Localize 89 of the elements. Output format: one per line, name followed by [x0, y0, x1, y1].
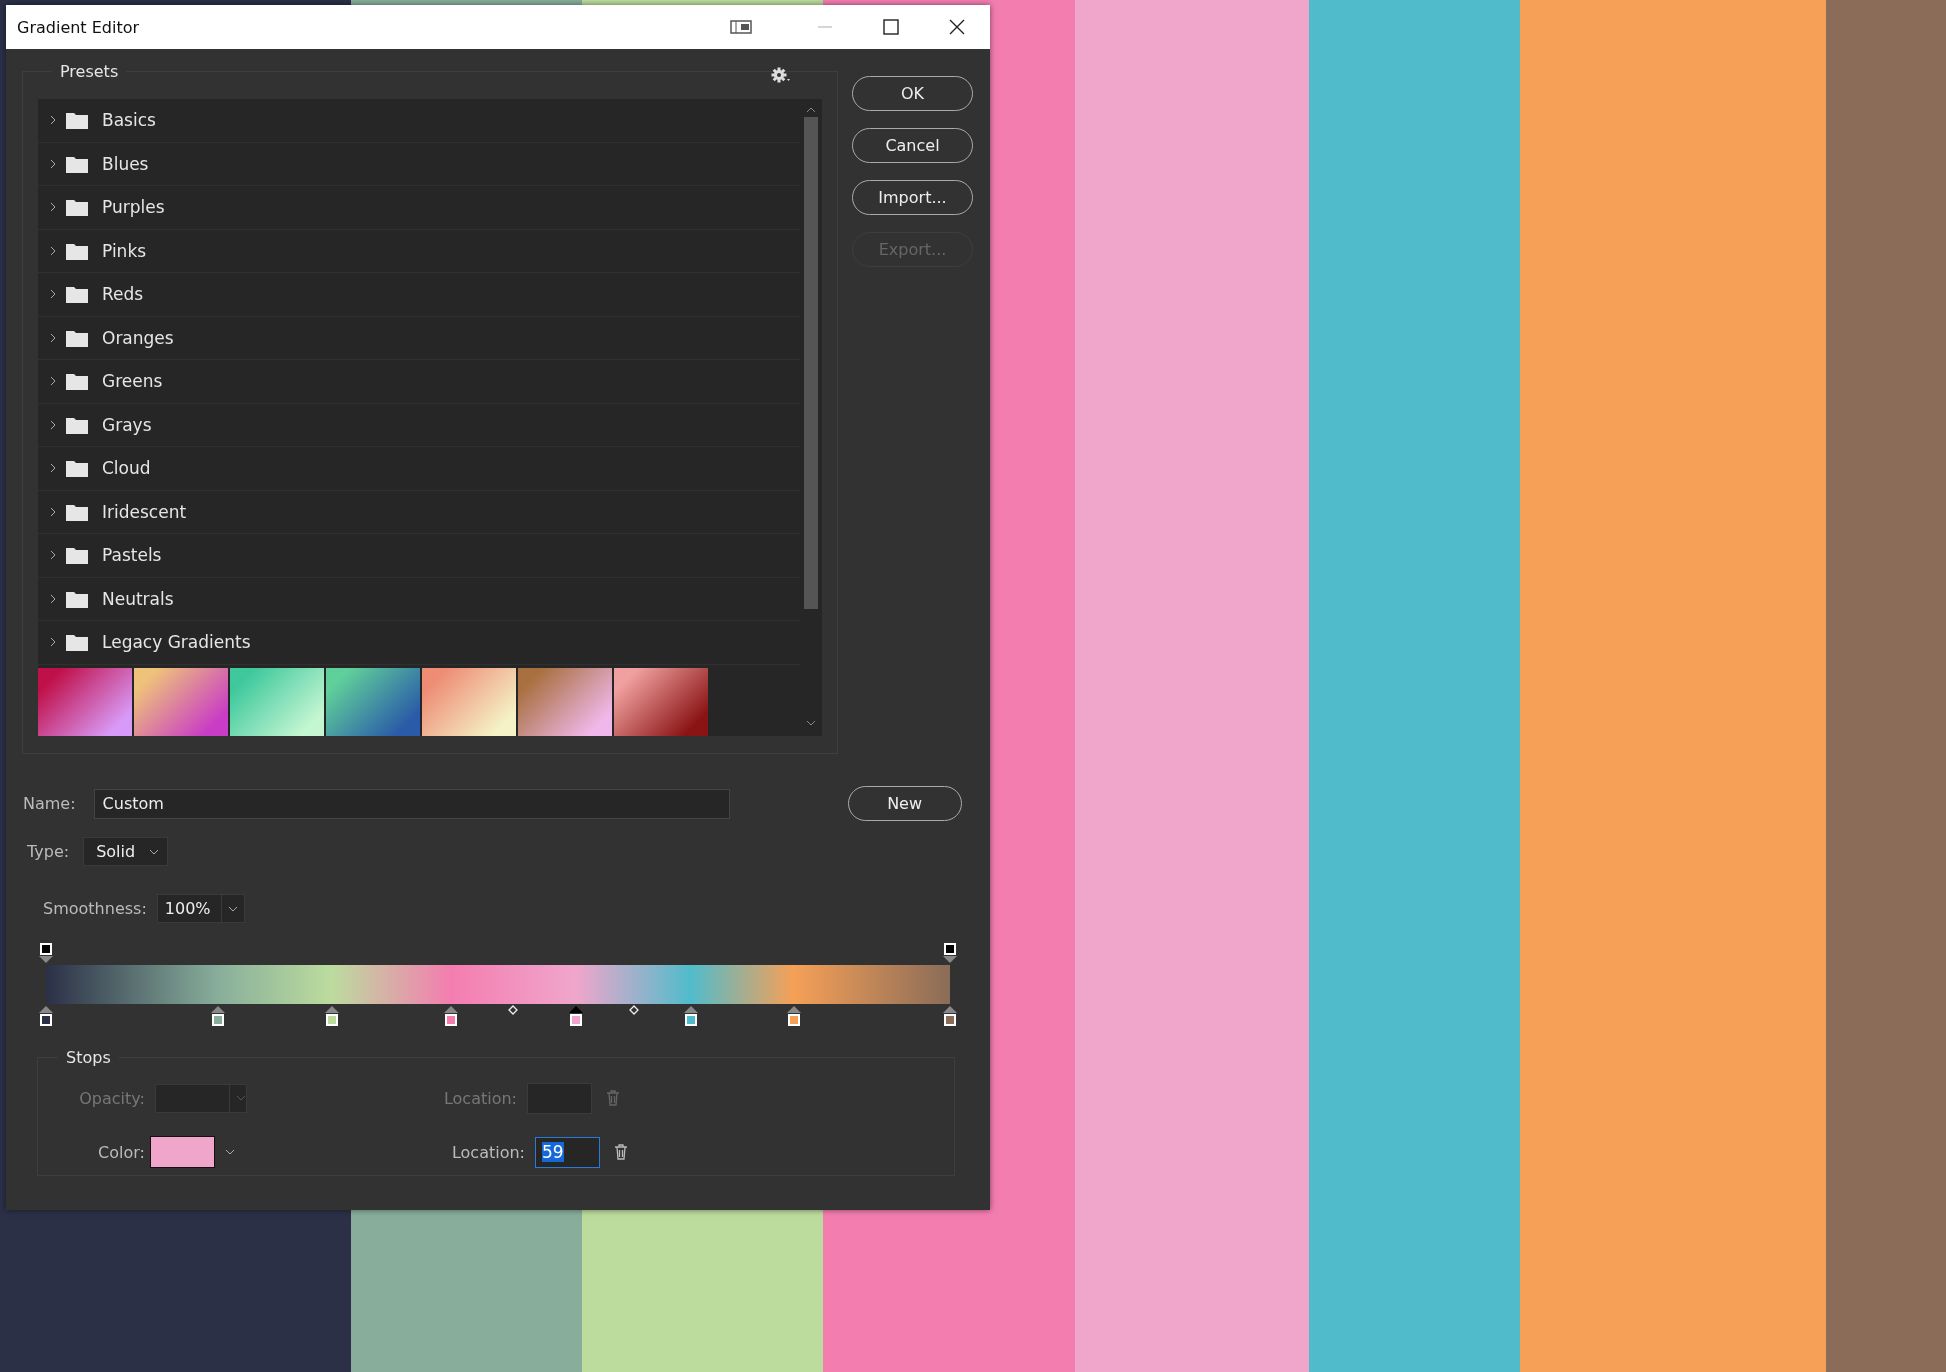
chevron-icon[interactable] [48, 115, 58, 126]
folder-icon [66, 198, 88, 217]
color-stop[interactable] [683, 1006, 698, 1026]
folder-row[interactable]: Grays [38, 403, 800, 447]
folder-icon [66, 154, 88, 173]
caret-icon [236, 1095, 246, 1101]
group-label: Presets [59, 62, 120, 81]
folder-icon [66, 502, 88, 521]
folder-row[interactable]: Greens [38, 360, 800, 404]
chevron-icon[interactable] [48, 158, 58, 169]
folder-row[interactable]: Basics [38, 99, 800, 143]
caret-icon [227, 905, 238, 912]
chevron-icon[interactable] [48, 550, 58, 561]
chevron-icon[interactable] [48, 463, 58, 474]
folder-icon [66, 241, 88, 260]
folder-row[interactable]: Blues [38, 142, 800, 186]
close-icon[interactable] [949, 19, 965, 35]
scroll-up-icon[interactable] [806, 107, 816, 113]
folder-icon [66, 285, 88, 304]
chevron-icon[interactable] [48, 202, 58, 213]
folder-icon [66, 111, 88, 130]
opacity-stop[interactable] [943, 943, 957, 963]
gradient-swatch[interactable] [230, 667, 324, 736]
chevron-icon[interactable] [48, 506, 58, 517]
folder-row[interactable]: Reds [38, 273, 800, 317]
folder-row[interactable]: Pinks [38, 229, 800, 273]
location-label: Location: [442, 1088, 517, 1108]
folder-icon [66, 415, 88, 434]
window-snap-icon[interactable] [730, 20, 752, 34]
folder-row[interactable]: Pastels [38, 534, 800, 578]
gradient-swatch[interactable] [38, 667, 132, 736]
folder-icon [66, 589, 88, 608]
color-stop[interactable] [210, 1006, 225, 1026]
folder-icon [66, 633, 88, 652]
group-label: Stops [65, 1048, 112, 1067]
color-label: Color: [97, 1142, 145, 1162]
folder-row[interactable]: Iridescent [38, 490, 800, 534]
folder-icon [66, 546, 88, 565]
chevron-icon[interactable] [48, 245, 58, 256]
color-stop[interactable] [786, 1006, 801, 1026]
midpoint-diamond[interactable] [628, 1005, 639, 1015]
color-stop[interactable] [324, 1006, 339, 1026]
window-title: Gradient Editor [17, 17, 140, 37]
gradient-swatch[interactable] [614, 667, 708, 736]
type-label: Type: [27, 842, 70, 861]
opacity-stop[interactable] [39, 943, 53, 963]
dialog-button[interactable]: OK [852, 76, 973, 111]
folder-row[interactable]: Legacy Gradients [38, 621, 800, 665]
chevron-icon[interactable] [48, 332, 58, 343]
smoothness-label: Smoothness: [43, 899, 147, 918]
name-field[interactable]: Custom [93, 788, 730, 819]
scroll-thumb[interactable] [804, 117, 818, 609]
gradient-swatch[interactable] [326, 667, 420, 736]
chevron-icon[interactable] [48, 419, 58, 430]
settings-icon[interactable] [771, 67, 791, 83]
maximize-icon[interactable] [883, 19, 899, 35]
color-swatch[interactable] [150, 1136, 215, 1168]
location-field[interactable]: 59 [535, 1136, 600, 1168]
scroll-down-icon[interactable] [806, 720, 816, 726]
color-stop[interactable] [943, 1006, 957, 1026]
name-label: Name: [23, 794, 76, 813]
chevron-icon[interactable] [48, 593, 58, 604]
folder-icon [66, 372, 88, 391]
color-stop[interactable] [444, 1006, 458, 1026]
gradient-swatch[interactable] [134, 667, 228, 736]
color-stop[interactable] [39, 1006, 53, 1026]
folder-icon [66, 459, 88, 478]
caret-icon [149, 848, 160, 855]
type-dropdown[interactable]: Solid [83, 837, 169, 866]
caret-icon[interactable] [225, 1149, 235, 1155]
chevron-icon[interactable] [48, 376, 58, 387]
dialog-button[interactable]: Import... [852, 180, 973, 215]
smoothness-dropdown[interactable]: 100% [156, 894, 245, 923]
location-label: Location: [450, 1142, 525, 1162]
dialog-button[interactable]: Cancel [852, 128, 973, 163]
gradient-swatch[interactable] [518, 667, 612, 736]
delete-icon[interactable] [614, 1144, 628, 1160]
chevron-icon[interactable] [48, 289, 58, 300]
color-stop[interactable] [568, 1006, 583, 1026]
midpoint-diamond[interactable] [508, 1005, 519, 1015]
folder-row[interactable]: Purples [38, 186, 800, 230]
gradient-swatch[interactable] [422, 667, 516, 736]
folder-row[interactable]: Neutrals [38, 577, 800, 621]
folder-row[interactable]: Oranges [38, 316, 800, 360]
folder-icon [66, 328, 88, 347]
chevron-icon[interactable] [48, 637, 58, 648]
folder-row[interactable]: Cloud [38, 447, 800, 491]
new-button[interactable]: New [847, 786, 962, 821]
opacity-label: Opacity: [78, 1088, 145, 1108]
